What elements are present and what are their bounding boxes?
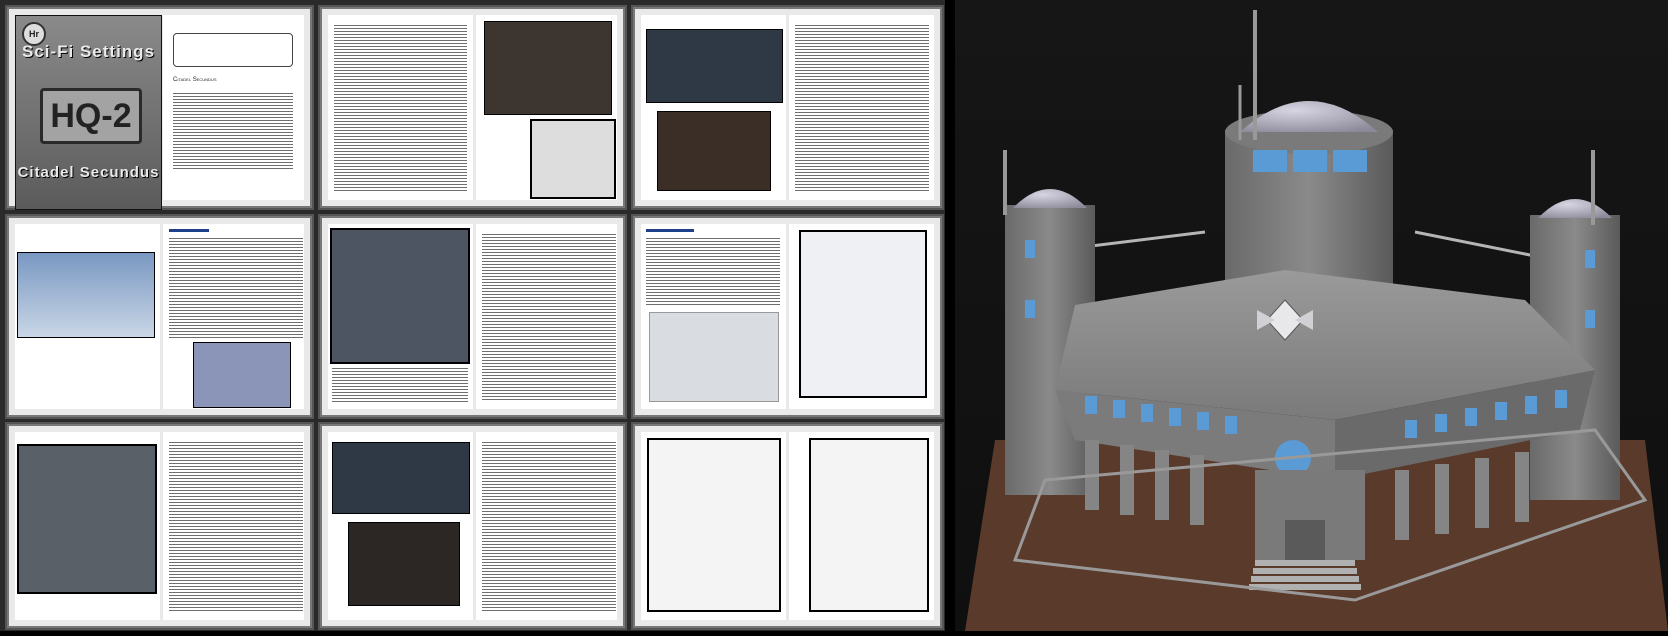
spread-page-9[interactable] <box>631 422 944 630</box>
text-page <box>328 15 473 200</box>
upper-map-thumbnail <box>17 444 157 594</box>
spread-page-5[interactable] <box>318 214 627 419</box>
image-page <box>476 15 617 200</box>
floorplan-thumbnail <box>647 438 781 612</box>
text-page <box>789 15 934 200</box>
cover-line-title: Sci-Fi Settings <box>21 42 156 61</box>
spread-page-6[interactable] <box>631 214 944 419</box>
cover-page: Hr Sci-Fi Settings HQ-2 Citadel Secundus <box>15 15 162 210</box>
text-page <box>476 224 617 409</box>
map-page <box>328 224 473 409</box>
building-render <box>955 0 1668 631</box>
aerial-thumbnail <box>332 442 470 514</box>
render-thumbnail <box>348 522 460 606</box>
cover-subtitle: Citadel Secundus <box>17 164 160 181</box>
toc-page: Citadel Secundus <box>163 15 304 200</box>
text-page <box>163 432 304 620</box>
shuttle-diagram-thumbnail <box>649 312 779 402</box>
floorplan-thumbnail <box>809 438 929 612</box>
cutaway-thumbnail <box>193 342 291 408</box>
image-page <box>328 432 473 620</box>
shuttle-views-thumbnail <box>799 230 927 398</box>
image-page <box>641 15 786 200</box>
credits-box <box>173 33 293 67</box>
aerial-thumbnail <box>646 29 783 103</box>
toc-lines <box>173 91 293 171</box>
cover-model-plate: HQ-2 <box>40 88 142 144</box>
plan-page <box>641 432 786 620</box>
text-page <box>163 224 304 409</box>
cover-model: HQ-2 <box>50 96 132 135</box>
toc-heading: Citadel Secundus <box>173 77 217 83</box>
shuttle-page <box>641 224 786 409</box>
spread-cover[interactable]: Hr Sci-Fi Settings HQ-2 Citadel Secundus… <box>5 5 314 210</box>
spread-page-3[interactable] <box>631 5 944 210</box>
spread-page-8[interactable] <box>318 422 627 630</box>
spread-page-7[interactable] <box>5 422 314 630</box>
plan-page <box>789 432 934 620</box>
render-thumbnail <box>484 21 612 115</box>
preview-grid: Hr Sci-Fi Settings HQ-2 Citadel Secundus… <box>0 0 945 631</box>
elevation-thumbnail <box>17 252 155 338</box>
floor-map-thumbnail <box>330 228 470 364</box>
text-page <box>476 432 617 620</box>
render-thumbnail <box>657 111 771 191</box>
shuttle-views-page <box>789 224 934 409</box>
map-page <box>15 432 160 620</box>
map-thumbnail <box>530 119 616 199</box>
spread-page-2[interactable] <box>318 5 627 210</box>
citadel-render-image <box>965 10 1668 631</box>
spread-page-4[interactable] <box>5 214 314 419</box>
image-page <box>15 224 160 409</box>
